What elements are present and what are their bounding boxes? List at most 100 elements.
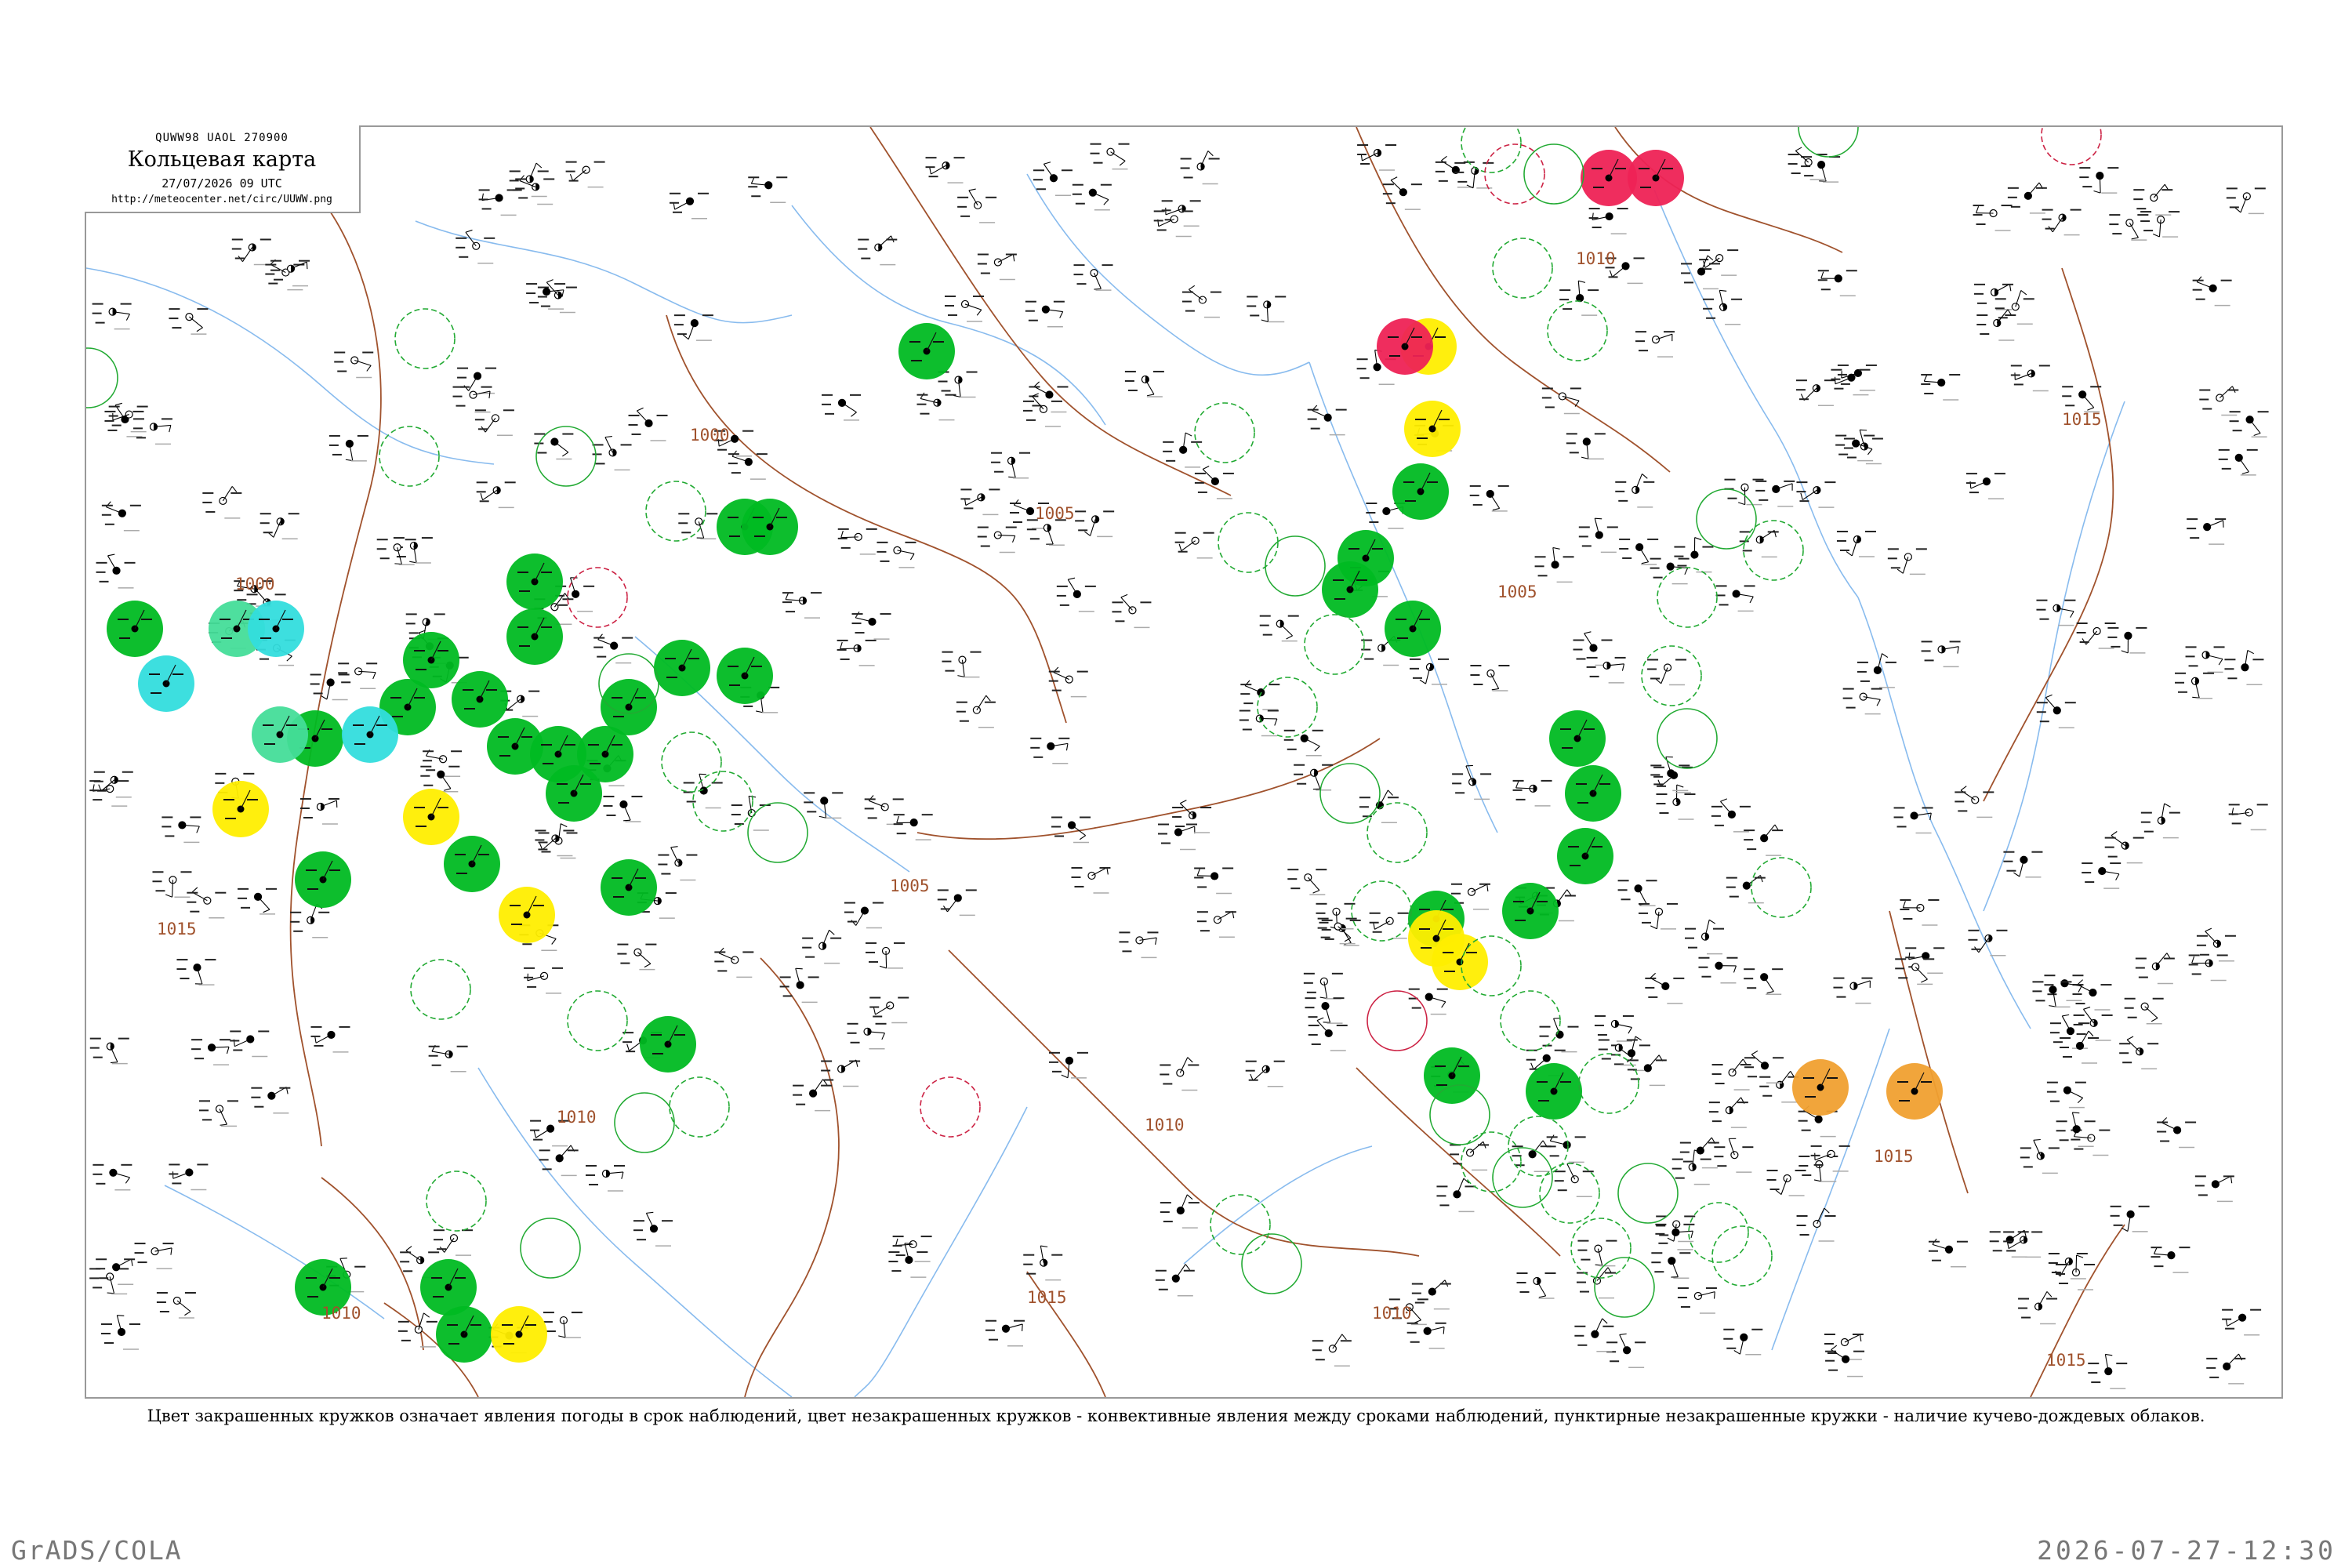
station-plot (866, 942, 906, 969)
weather-circle-rain (1526, 1063, 1582, 1120)
weather-circle-fog (1432, 934, 1488, 990)
convective-outline (1547, 300, 1608, 361)
weather-circle-rain (640, 1016, 696, 1073)
station-plot (1534, 546, 1574, 583)
station-plot (1470, 664, 1510, 691)
station-plot (2151, 1247, 2190, 1273)
station-plot (1755, 480, 1795, 507)
station-plot (844, 902, 884, 929)
station-plot (434, 1229, 474, 1256)
station-plot (2110, 1205, 2150, 1232)
station-plot (1715, 585, 1755, 612)
station-plot (877, 541, 916, 568)
station-plot (457, 367, 497, 394)
station-plot (1554, 1162, 1594, 1197)
station-plot (1048, 666, 1088, 698)
convective-outline (410, 959, 471, 1020)
station-plot (93, 1163, 132, 1191)
station-plot (669, 192, 709, 220)
station-plot (1516, 1272, 1556, 1299)
station-plot (1744, 824, 1784, 856)
station-plot (1744, 968, 1784, 995)
station-plot (1090, 143, 1130, 170)
station-plot (1541, 387, 1581, 415)
station-plot (1635, 331, 1675, 358)
station-plot (1744, 1050, 1784, 1084)
station-plot (2188, 954, 2228, 982)
station-plot (1245, 1060, 1285, 1087)
station-plot (1071, 866, 1111, 894)
station-plot (1157, 823, 1197, 851)
station-plot (2199, 386, 2239, 416)
station-plot (1726, 875, 1766, 904)
isobar-label: 1015 (157, 920, 197, 938)
weather-circle-drizzle (138, 655, 194, 712)
station-plot (1030, 737, 1070, 764)
station-plot (847, 1022, 887, 1050)
station-plot (1656, 784, 1696, 820)
station-plot (2036, 694, 2076, 728)
station-plot (1994, 290, 2034, 325)
convective-outline (747, 802, 808, 863)
river-line (415, 220, 793, 324)
weather-circle-rain (452, 671, 508, 728)
station-plot (1795, 379, 1835, 406)
station-plot (957, 188, 997, 223)
station-plot (1671, 1149, 1711, 1185)
station-plot (1703, 289, 1743, 325)
station-plot (714, 947, 754, 978)
station-plot (603, 795, 643, 822)
station-plot (1180, 151, 1220, 185)
station-plot (2036, 599, 2076, 626)
weather-circle-thunderstorm (1377, 318, 1433, 375)
station-plot (162, 816, 201, 844)
station-plot (199, 1100, 239, 1127)
station-plot (1711, 1058, 1751, 1091)
convective-outline (920, 1076, 981, 1138)
station-plot (376, 539, 416, 565)
station-plot (858, 235, 898, 266)
synoptic-map: 1000 1000 1005 1005 1005 1010 1010 1010 1010 1010… (85, 125, 2283, 1399)
river-line (1983, 401, 2125, 912)
station-plot (1573, 631, 1613, 666)
convective-outline (86, 347, 118, 408)
station-plot (96, 554, 136, 589)
station-plot (476, 481, 516, 509)
station-plot (748, 176, 788, 203)
convective-outline (1257, 677, 1318, 738)
station-plot (991, 452, 1031, 479)
station-plot (728, 450, 768, 480)
station-plot (1303, 972, 1343, 1000)
station-plot (1382, 176, 1422, 210)
station-plot (1574, 1318, 1614, 1352)
station-plot (1711, 798, 1751, 833)
station-plot (793, 1079, 833, 1112)
station-plot (1796, 1207, 1836, 1242)
weather-circle-drizzle (248, 601, 304, 657)
station-plot (1411, 1279, 1451, 1310)
convective-outline (1484, 143, 1545, 205)
station-plot (265, 259, 305, 291)
convective-outline (567, 990, 628, 1051)
convective-outline (1492, 238, 1553, 299)
isobar-line (744, 957, 840, 1397)
weather-circle-rain (1502, 883, 1559, 939)
isobar-label: 1010 (321, 1304, 361, 1323)
station-plot (1698, 956, 1738, 984)
station-plot (1026, 519, 1066, 546)
station-plot (156, 1292, 196, 1319)
convective-outline (1210, 1194, 1271, 1255)
station-plot (937, 889, 977, 916)
station-plot (534, 433, 574, 460)
isobar-label: 1005 (1035, 504, 1075, 523)
station-plot (1409, 658, 1449, 685)
river-line (1183, 1145, 1373, 1265)
station-plot (1406, 1322, 1446, 1349)
station-plot (1837, 364, 1877, 391)
convective-outline (1688, 1202, 1749, 1263)
convective-outline (1798, 127, 1859, 158)
station-plot (1619, 538, 1659, 565)
station-plot (1627, 1054, 1667, 1087)
station-plot (1283, 729, 1323, 757)
station-plot (1287, 869, 1327, 895)
